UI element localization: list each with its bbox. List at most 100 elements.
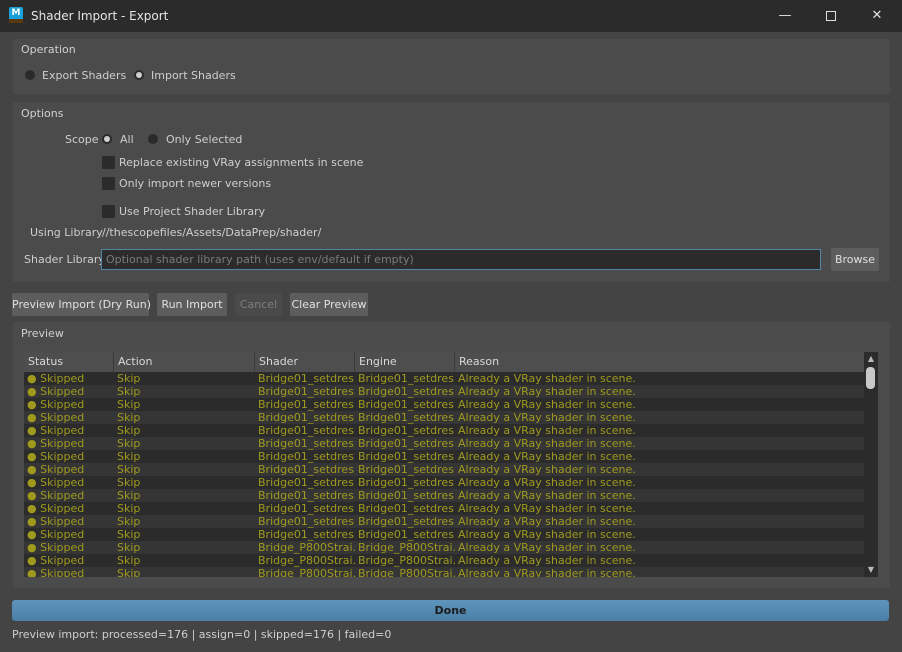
table-cell: Already a VRay shader in scene. (458, 515, 636, 528)
column-header-engine[interactable]: Engine (355, 352, 455, 372)
export-shaders-radio[interactable] (25, 70, 35, 80)
table-cell: Bridge01_setdres... (358, 515, 455, 528)
only-newer-label[interactable]: Only import newer versions (119, 177, 271, 190)
table-cell: ● Skipped (27, 554, 85, 567)
scroll-thumb[interactable] (866, 367, 875, 389)
table-row[interactable]: ● Skipped Skip Bridge01_setdres... Bridge01… (24, 424, 864, 437)
table-cell: Bridge01_setdres... (258, 424, 355, 437)
table-cell: Bridge01_setdres... (258, 463, 355, 476)
browse-button[interactable]: Browse (831, 248, 879, 271)
table-row[interactable]: ● Skipped Skip Bridge01_setdres... Bridge01… (24, 385, 864, 398)
table-row[interactable]: ● Skipped Skip Bridge01_setdres... Bridge01… (24, 411, 864, 424)
table-cell: Already a VRay shader in scene. (458, 372, 636, 385)
table-cell: Already a VRay shader in scene. (458, 437, 636, 450)
table-cell: Bridge01_setdres... (258, 528, 355, 541)
table-cell: Already a VRay shader in scene. (458, 385, 636, 398)
import-shaders-radio[interactable] (134, 70, 144, 80)
table-cell: Already a VRay shader in scene. (458, 554, 636, 567)
table-cell: Already a VRay shader in scene. (458, 463, 636, 476)
table-cell: Already a VRay shader in scene. (458, 398, 636, 411)
table-cell: Bridge01_setdres... (358, 502, 455, 515)
table-row[interactable]: ● Skipped Skip Bridge01_setdres... Bridge01… (24, 476, 864, 489)
table-cell: Bridge_P800Strai... (358, 554, 455, 567)
scope-all-label[interactable]: All (120, 133, 134, 146)
window-title: Shader Import - Export (31, 9, 169, 23)
scroll-down-icon[interactable]: ▼ (866, 565, 876, 575)
table-cell: Skip (117, 450, 141, 463)
maya-app-icon: M (9, 7, 23, 23)
table-cell: Bridge_P800Strai... (258, 567, 355, 577)
table-cell: Skip (117, 476, 141, 489)
progress-label: Done (434, 604, 467, 617)
table-cell: ● Skipped (27, 489, 85, 502)
clear-preview-button[interactable]: Clear Preview (290, 293, 368, 316)
table-cell: Bridge01_setdres... (258, 515, 355, 528)
export-shaders-label[interactable]: Export Shaders (42, 69, 126, 82)
column-header-status[interactable]: Status (24, 352, 114, 372)
table-row[interactable]: ● Skipped Skip Bridge_P800Strai... Bridge_P… (24, 541, 864, 554)
cancel-button[interactable]: Cancel (235, 293, 282, 316)
only-newer-checkbox[interactable] (102, 177, 115, 190)
table-cell: Bridge01_setdres... (258, 489, 355, 502)
table-scrollbar[interactable]: ▲ ▼ (864, 352, 878, 577)
table-row[interactable]: ● Skipped Skip Bridge01_setdres... Bridge01… (24, 372, 864, 385)
table-cell: Bridge01_setdres... (258, 372, 355, 385)
shader-library-input[interactable]: Optional shader library path (uses env/d… (101, 249, 821, 270)
table-row[interactable]: ● Skipped Skip Bridge01_setdres... Bridge01… (24, 502, 864, 515)
scope-only-selected-label[interactable]: Only Selected (166, 133, 242, 146)
project-shader-library-label[interactable]: Use Project Shader Library (119, 205, 265, 218)
minimize-icon: — (778, 8, 792, 23)
minimize-button[interactable]: — (762, 0, 808, 32)
table-cell: Bridge_P800Strai... (258, 541, 355, 554)
table-cell: Bridge01_setdres... (258, 476, 355, 489)
table-cell: Skip (117, 372, 141, 385)
maximize-icon (826, 10, 836, 21)
replace-assignments-label[interactable]: Replace existing VRay assignments in sce… (119, 156, 363, 169)
column-header-shader[interactable]: Shader (255, 352, 355, 372)
table-row[interactable]: ● Skipped Skip Bridge01_setdres... Bridge01… (24, 437, 864, 450)
table-cell: Bridge_P800Strai... (358, 541, 455, 554)
table-cell: Skip (117, 411, 141, 424)
table-row[interactable]: ● Skipped Skip Bridge01_setdres... Bridge01… (24, 398, 864, 411)
replace-assignments-checkbox[interactable] (102, 156, 115, 169)
table-row[interactable]: ● Skipped Skip Bridge01_setdres... Bridge01… (24, 528, 864, 541)
using-library-label: Using Library (30, 226, 103, 239)
scope-only-selected-radio[interactable] (148, 134, 158, 144)
title-bar: M Shader Import - Export — ✕ (0, 0, 902, 32)
scroll-up-icon[interactable]: ▲ (866, 354, 876, 364)
table-row[interactable]: ● Skipped Skip Bridge01_setdres... Bridge01… (24, 450, 864, 463)
table-cell: Skip (117, 385, 141, 398)
progress-bar: Done (12, 600, 889, 621)
table-cell: ● Skipped (27, 372, 85, 385)
table-cell: ● Skipped (27, 541, 85, 554)
preview-group-label: Preview (21, 327, 64, 340)
table-cell: Bridge01_setdres... (258, 411, 355, 424)
table-cell: ● Skipped (27, 476, 85, 489)
operation-group (13, 39, 890, 94)
table-row[interactable]: ● Skipped Skip Bridge01_setdres... Bridge01… (24, 489, 864, 502)
table-cell: Bridge01_setdres... (358, 463, 455, 476)
table-row[interactable]: ● Skipped Skip Bridge01_setdres... Bridge01… (24, 515, 864, 528)
maximize-button[interactable] (808, 0, 854, 32)
table-cell: ● Skipped (27, 424, 85, 437)
project-shader-library-checkbox[interactable] (102, 205, 115, 218)
table-cell: Bridge01_setdres... (358, 528, 455, 541)
column-header-reason[interactable]: Reason (455, 352, 864, 372)
import-shaders-label[interactable]: Import Shaders (151, 69, 236, 82)
close-button[interactable]: ✕ (854, 0, 900, 32)
scope-label: Scope (65, 133, 99, 146)
table-cell: Bridge01_setdres... (358, 398, 455, 411)
preview-import-button[interactable]: Preview Import (Dry Run) (12, 293, 151, 316)
table-cell: Already a VRay shader in scene. (458, 411, 636, 424)
table-cell: Already a VRay shader in scene. (458, 567, 636, 577)
table-cell: Skip (117, 463, 141, 476)
table-cell: Bridge_P800Strai... (358, 567, 455, 577)
table-body: ● Skipped Skip Bridge01_setdres... Bridge01… (24, 372, 864, 577)
table-row[interactable]: ● Skipped Skip Bridge01_setdres... Bridge01… (24, 463, 864, 476)
run-import-button[interactable]: Run Import (157, 293, 227, 316)
column-header-action[interactable]: Action (114, 352, 255, 372)
table-cell: Already a VRay shader in scene. (458, 502, 636, 515)
table-row[interactable]: ● Skipped Skip Bridge_P800Strai... Bridge_P… (24, 554, 864, 567)
scope-all-radio[interactable] (102, 134, 112, 144)
table-row[interactable]: ● Skipped Skip Bridge_P800Strai... Bridge_P… (24, 567, 864, 577)
